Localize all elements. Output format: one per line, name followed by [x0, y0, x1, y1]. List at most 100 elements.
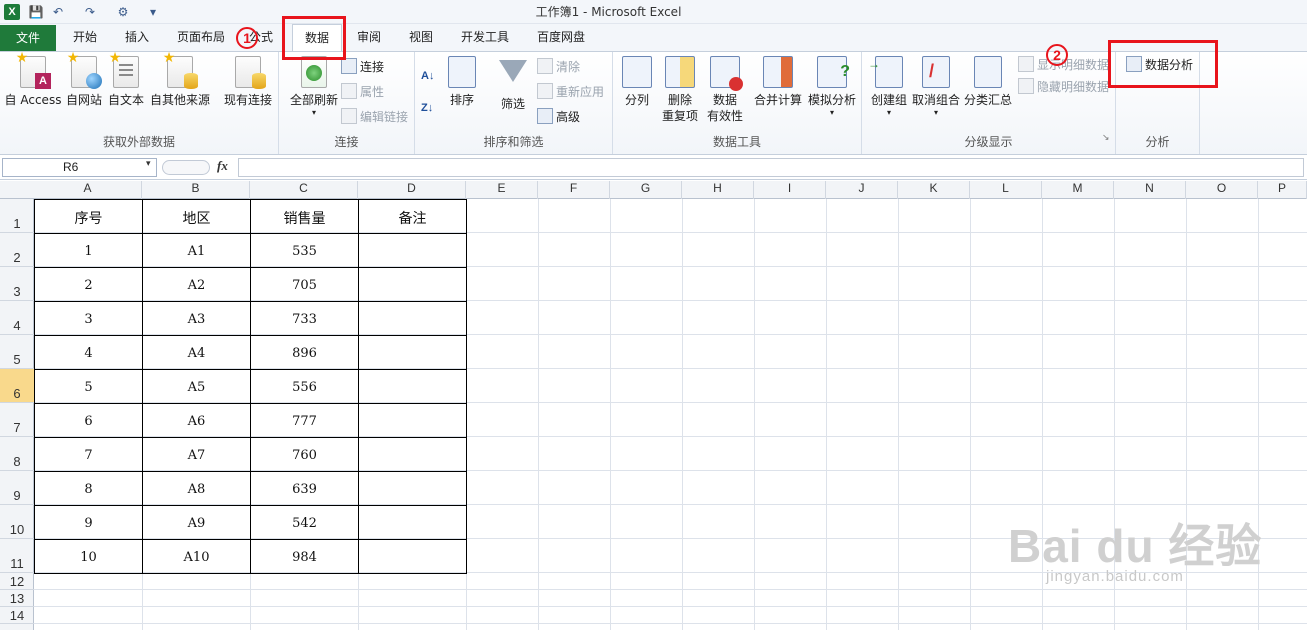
- column-header-c[interactable]: C: [250, 181, 358, 199]
- tab-home[interactable]: 开始: [62, 24, 108, 51]
- table-cell[interactable]: [358, 471, 467, 506]
- table-cell[interactable]: 542: [250, 505, 359, 540]
- table-cell[interactable]: 639: [250, 471, 359, 506]
- column-header-k[interactable]: K: [898, 181, 970, 199]
- row-header-2[interactable]: 2: [0, 233, 34, 267]
- table-cell[interactable]: A5: [142, 369, 251, 404]
- tab-baidu-netdisk[interactable]: 百度网盘: [530, 24, 592, 51]
- tab-insert[interactable]: 插入: [114, 24, 160, 51]
- table-cell[interactable]: 4: [34, 335, 143, 370]
- redo-icon[interactable]: ↷: [82, 3, 98, 21]
- table-cell[interactable]: 705: [250, 267, 359, 302]
- hide-detail-button[interactable]: 隐藏明细数据: [1018, 76, 1109, 98]
- text-to-columns-button[interactable]: 分列: [619, 56, 655, 108]
- row-header-14[interactable]: 14: [0, 607, 34, 624]
- table-cell[interactable]: [358, 403, 467, 438]
- row-header-13[interactable]: 13: [0, 590, 34, 607]
- connections-button[interactable]: 连接: [341, 56, 384, 78]
- sort-button[interactable]: 排序: [445, 56, 479, 108]
- table-cell[interactable]: 7: [34, 437, 143, 472]
- table-cell[interactable]: [358, 301, 467, 336]
- column-header-d[interactable]: D: [358, 181, 466, 199]
- table-header-cell[interactable]: 销售量: [250, 199, 359, 234]
- row-header-10[interactable]: 10: [0, 505, 34, 539]
- save-icon[interactable]: 💾: [28, 3, 44, 21]
- table-header-cell[interactable]: 备注: [358, 199, 467, 234]
- table-cell[interactable]: 1: [34, 233, 143, 268]
- table-cell[interactable]: 9: [34, 505, 143, 540]
- row-header-4[interactable]: 4: [0, 301, 34, 335]
- properties-button[interactable]: 属性: [341, 81, 384, 103]
- tab-file[interactable]: 文件: [0, 25, 56, 51]
- table-cell[interactable]: [358, 267, 467, 302]
- remove-duplicates-button[interactable]: 删除 重复项: [659, 56, 701, 124]
- table-cell[interactable]: 535: [250, 233, 359, 268]
- sort-ascending-icon[interactable]: A↓: [421, 64, 441, 86]
- table-cell[interactable]: A8: [142, 471, 251, 506]
- table-cell[interactable]: 760: [250, 437, 359, 472]
- name-box[interactable]: R6: [2, 158, 157, 177]
- table-cell[interactable]: 777: [250, 403, 359, 438]
- table-header-cell[interactable]: 地区: [142, 199, 251, 234]
- table-cell[interactable]: 896: [250, 335, 359, 370]
- from-access-button[interactable]: ★ A 自 Access: [4, 51, 62, 108]
- table-cell[interactable]: A2: [142, 267, 251, 302]
- table-cell[interactable]: 556: [250, 369, 359, 404]
- row-header-8[interactable]: 8: [0, 437, 34, 471]
- table-cell[interactable]: [358, 369, 467, 404]
- customize-icon[interactable]: ⚙: [114, 3, 132, 21]
- table-cell[interactable]: [358, 335, 467, 370]
- row-header-12[interactable]: 12: [0, 573, 34, 590]
- table-cell[interactable]: 3: [34, 301, 143, 336]
- from-other-sources-button[interactable]: ★ 自其他来源: [148, 51, 212, 108]
- tab-review[interactable]: 审阅: [348, 24, 390, 51]
- from-web-button[interactable]: ★ 自网站: [64, 51, 104, 108]
- row-header-7[interactable]: 7: [0, 403, 34, 437]
- column-header-n[interactable]: N: [1114, 181, 1186, 199]
- clear-button[interactable]: 清除: [537, 56, 580, 78]
- qat-more-icon[interactable]: ▾: [148, 3, 158, 21]
- reapply-button[interactable]: 重新应用: [537, 81, 604, 103]
- insert-function-icon[interactable]: fx: [217, 158, 228, 174]
- tab-page-layout[interactable]: 页面布局: [170, 24, 232, 51]
- formula-bar-resizer[interactable]: [162, 160, 210, 175]
- table-header-cell[interactable]: 序号: [34, 199, 143, 234]
- column-header-g[interactable]: G: [610, 181, 682, 199]
- table-cell[interactable]: [358, 539, 467, 574]
- existing-connections-button[interactable]: 现有连接: [220, 56, 276, 108]
- table-cell[interactable]: [358, 233, 467, 268]
- from-text-button[interactable]: ★ 自文本: [106, 51, 146, 108]
- row-header-3[interactable]: 3: [0, 267, 34, 301]
- row-header-9[interactable]: 9: [0, 471, 34, 505]
- what-if-analysis-button[interactable]: ? 模拟分析 ▾: [805, 56, 859, 118]
- table-cell[interactable]: A3: [142, 301, 251, 336]
- column-header-j[interactable]: J: [826, 181, 898, 199]
- filter-button[interactable]: 筛选: [495, 56, 531, 112]
- subtotal-button[interactable]: 分类汇总: [962, 56, 1014, 108]
- tab-view[interactable]: 视图: [400, 24, 442, 51]
- edit-links-button[interactable]: 编辑链接: [341, 106, 408, 128]
- table-cell[interactable]: 2: [34, 267, 143, 302]
- consolidate-button[interactable]: 合并计算: [751, 56, 805, 108]
- column-header-f[interactable]: F: [538, 181, 610, 199]
- column-header-m[interactable]: M: [1042, 181, 1114, 199]
- table-cell[interactable]: [358, 505, 467, 540]
- tab-developer[interactable]: 开发工具: [454, 24, 516, 51]
- table-cell[interactable]: 10: [34, 539, 143, 574]
- table-cell[interactable]: 733: [250, 301, 359, 336]
- data-validation-button[interactable]: 数据 有效性: [703, 56, 747, 124]
- refresh-all-button[interactable]: 全部刷新 ▾: [285, 56, 343, 118]
- table-cell[interactable]: A7: [142, 437, 251, 472]
- table-cell[interactable]: 6: [34, 403, 143, 438]
- column-header-e[interactable]: E: [466, 181, 538, 199]
- column-header-o[interactable]: O: [1186, 181, 1258, 199]
- table-cell[interactable]: A4: [142, 335, 251, 370]
- formula-input[interactable]: [238, 158, 1304, 177]
- table-cell[interactable]: A10: [142, 539, 251, 574]
- table-cell[interactable]: A9: [142, 505, 251, 540]
- row-header-5[interactable]: 5: [0, 335, 34, 369]
- row-header-1[interactable]: 1: [0, 199, 34, 233]
- table-cell[interactable]: 984: [250, 539, 359, 574]
- excel-app-icon[interactable]: X: [4, 4, 20, 20]
- row-header-6[interactable]: 6: [0, 369, 34, 403]
